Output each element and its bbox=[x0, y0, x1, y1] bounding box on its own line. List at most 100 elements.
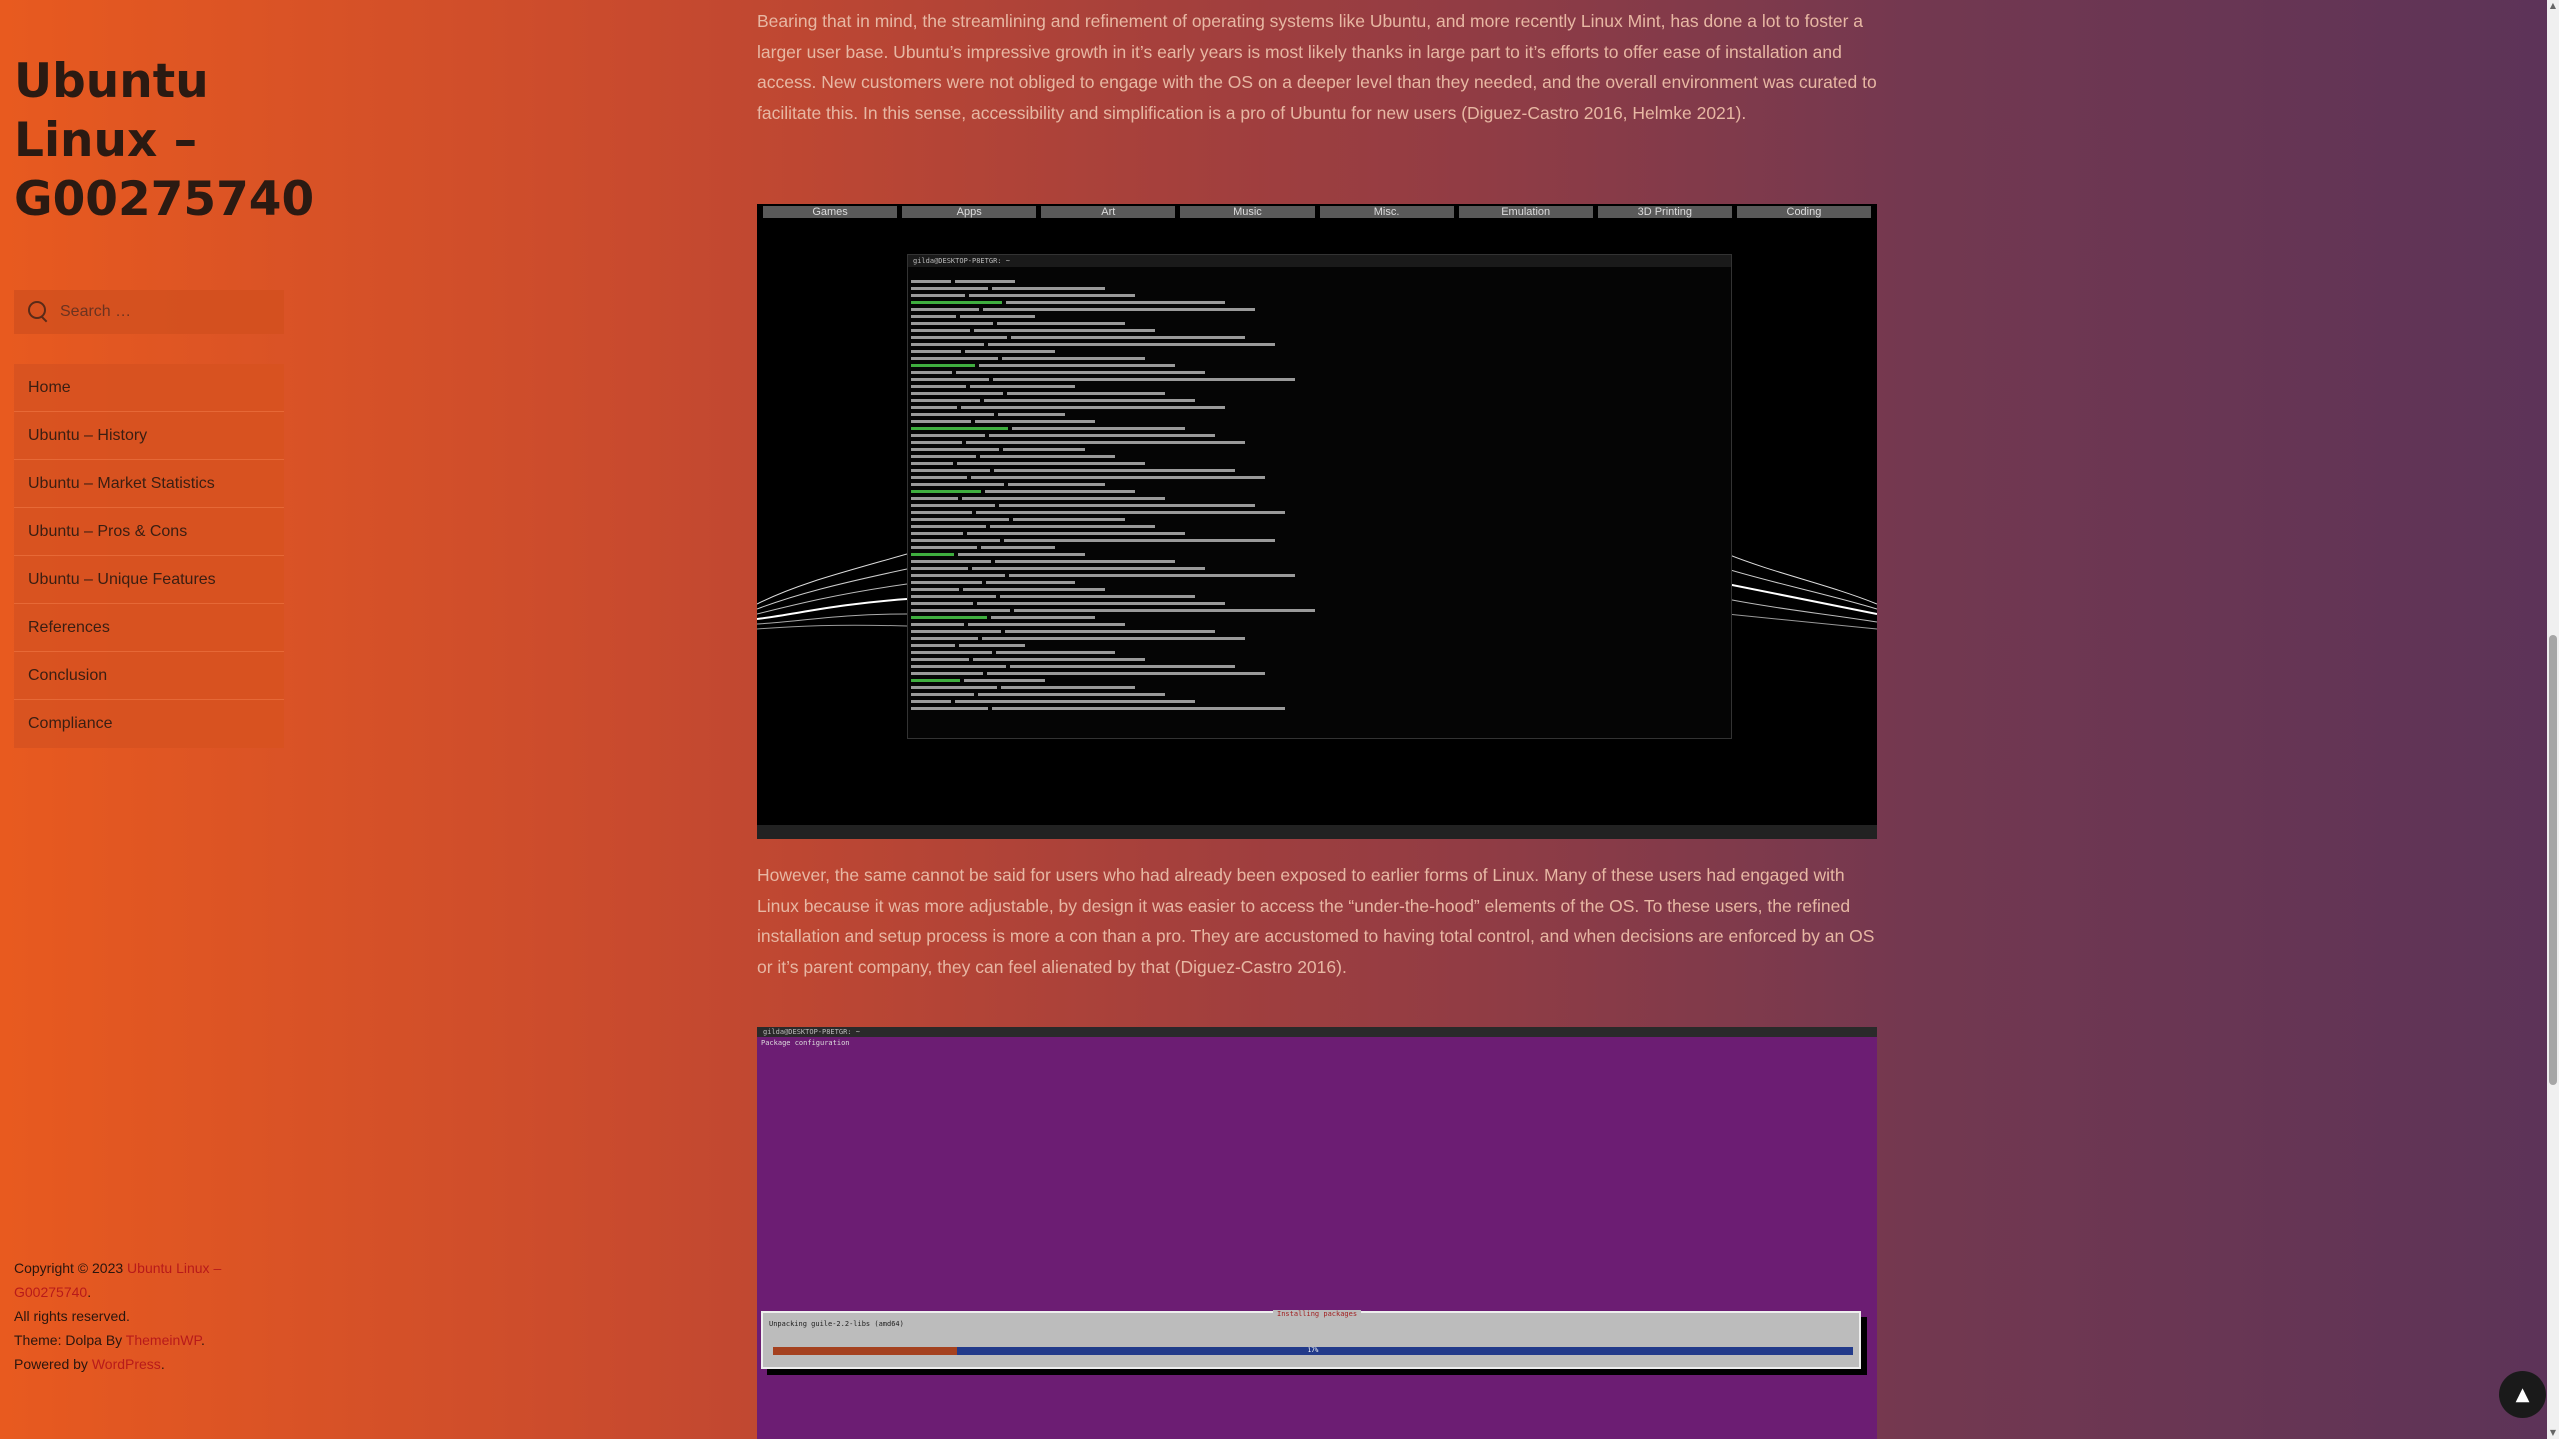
terminal-line bbox=[911, 404, 1728, 416]
terminal-line bbox=[911, 649, 1728, 661]
terminal-screenshot: Games Apps Art Music Misc. Emulation 3D … bbox=[757, 204, 1877, 839]
terminal-line bbox=[911, 572, 1728, 584]
scroll-up-arrow-icon[interactable]: ▲ bbox=[2547, 0, 2559, 12]
terminal-line bbox=[911, 558, 1728, 570]
terminal-line bbox=[911, 656, 1728, 668]
install-progress-label: 17% bbox=[1307, 1347, 1319, 1354]
page-scrollbar[interactable]: ▲ ▼ bbox=[2547, 0, 2559, 1439]
terminal-line bbox=[911, 530, 1728, 542]
terminal-line bbox=[911, 411, 1728, 423]
terminal-line bbox=[911, 516, 1728, 528]
terminal-line bbox=[911, 551, 1728, 563]
package-configuration-label: Package configuration bbox=[761, 1039, 850, 1047]
terminal-line bbox=[911, 495, 1728, 507]
terminal-line bbox=[911, 355, 1728, 367]
category-tab: Emulation bbox=[1458, 206, 1593, 218]
terminal-line bbox=[911, 397, 1728, 409]
terminal-line bbox=[911, 502, 1728, 514]
copyright-text: Copyright © 2023 bbox=[14, 1260, 128, 1276]
category-bar: Games Apps Art Music Misc. Emulation 3D … bbox=[757, 204, 1877, 219]
category-tab: Coding bbox=[1736, 206, 1871, 218]
scrollbar-thumb[interactable] bbox=[2549, 635, 2557, 1085]
terminal-line bbox=[911, 544, 1728, 556]
wordpress-link[interactable]: WordPress bbox=[92, 1356, 161, 1372]
terminal-line bbox=[911, 670, 1728, 682]
nav-item-compliance[interactable]: Compliance bbox=[14, 700, 284, 748]
terminal-line bbox=[911, 439, 1728, 451]
nav-item-market-statistics[interactable]: Ubuntu – Market Statistics bbox=[14, 460, 284, 508]
powered-text: Powered by bbox=[14, 1356, 92, 1372]
terminal-line bbox=[911, 299, 1728, 311]
terminal-line bbox=[911, 698, 1728, 710]
terminal-line bbox=[911, 278, 1728, 290]
terminal-window: gilda@DESKTOP-P8ETGR: ~ bbox=[907, 254, 1732, 739]
terminal-line bbox=[911, 579, 1728, 591]
terminal-line bbox=[911, 425, 1728, 437]
terminal-line bbox=[911, 586, 1728, 598]
scroll-down-arrow-icon[interactable]: ▼ bbox=[2547, 1427, 2559, 1439]
terminal-line bbox=[911, 691, 1728, 703]
nav-item-references[interactable]: References bbox=[14, 604, 284, 652]
terminal-line bbox=[911, 677, 1728, 689]
theme-text: Theme: Dolpa By bbox=[14, 1332, 126, 1348]
nav-item-unique-features[interactable]: Ubuntu – Unique Features bbox=[14, 556, 284, 604]
terminal-line bbox=[911, 467, 1728, 479]
category-tab: 3D Printing bbox=[1597, 206, 1732, 218]
install-progress-bar: 17% bbox=[773, 1347, 1853, 1355]
nav-item-home[interactable]: Home bbox=[14, 364, 284, 412]
theme-link[interactable]: ThemeinWP bbox=[126, 1332, 201, 1348]
nav-item-history[interactable]: Ubuntu – History bbox=[14, 412, 284, 460]
category-tab: Games bbox=[763, 206, 898, 218]
terminal-line bbox=[911, 383, 1728, 395]
terminal-output bbox=[908, 267, 1731, 710]
search-icon[interactable] bbox=[28, 301, 50, 323]
terminal-line bbox=[911, 306, 1728, 318]
nav-item-pros-cons[interactable]: Ubuntu – Pros & Cons bbox=[14, 508, 284, 556]
category-tab: Art bbox=[1041, 206, 1176, 218]
theme-period: . bbox=[201, 1332, 205, 1348]
terminal-line bbox=[911, 327, 1728, 339]
terminal-line bbox=[911, 313, 1728, 325]
terminal-line bbox=[911, 474, 1728, 486]
site-title[interactable]: Ubuntu Linux – G00275740 bbox=[14, 52, 314, 229]
terminal-line bbox=[911, 642, 1728, 654]
terminal-line bbox=[911, 432, 1728, 444]
terminal-line bbox=[911, 376, 1728, 388]
search-form[interactable] bbox=[14, 290, 284, 334]
theme-line: Theme: Dolpa By ThemeinWP. bbox=[14, 1328, 264, 1352]
copyright-period: . bbox=[87, 1284, 92, 1300]
paragraph-accessibility: Bearing that in mind, the streamlining a… bbox=[757, 11, 1877, 123]
terminal-line bbox=[911, 565, 1728, 577]
powered-period: . bbox=[160, 1356, 165, 1372]
terminal-line bbox=[911, 390, 1728, 402]
terminal-line bbox=[911, 460, 1728, 472]
wave-graphic-left bbox=[757, 553, 907, 630]
terminal-line bbox=[911, 341, 1728, 353]
wave-graphic-right bbox=[1727, 553, 1877, 630]
installer-window-title: gilda@DESKTOP-P8ETGR: ~ bbox=[757, 1027, 1877, 1037]
terminal-line bbox=[911, 348, 1728, 360]
terminal-line bbox=[911, 628, 1728, 640]
install-dialog-text: Unpacking guile-2.2-libs (amd64) bbox=[769, 1320, 904, 1328]
sidebar: Ubuntu Linux – G00275740 Home Ubuntu – H… bbox=[0, 0, 314, 1439]
terminal-line bbox=[911, 488, 1728, 500]
nav-item-conclusion[interactable]: Conclusion bbox=[14, 652, 284, 700]
terminal-line bbox=[911, 607, 1728, 619]
category-tab: Apps bbox=[902, 206, 1037, 218]
copyright-line: Copyright © 2023 Ubuntu Linux – G0027574… bbox=[14, 1256, 264, 1304]
arrow-up-icon: ▲ bbox=[2515, 1384, 2530, 1405]
installer-screenshot: gilda@DESKTOP-P8ETGR: ~ Package configur… bbox=[757, 1027, 1877, 1439]
terminal-line bbox=[911, 481, 1728, 493]
search-input[interactable] bbox=[60, 303, 260, 321]
scroll-to-top-button[interactable]: ▲ bbox=[2499, 1371, 2546, 1418]
terminal-line bbox=[911, 663, 1728, 675]
terminal-title: gilda@DESKTOP-P8ETGR: ~ bbox=[908, 255, 1731, 267]
terminal-line bbox=[911, 453, 1728, 465]
site-footer: Copyright © 2023 Ubuntu Linux – G0027574… bbox=[14, 1256, 264, 1376]
category-tab: Misc. bbox=[1319, 206, 1454, 218]
terminal-line bbox=[911, 446, 1728, 458]
terminal-line bbox=[911, 418, 1728, 430]
install-dialog-title: Installing packages bbox=[1273, 1310, 1362, 1318]
terminal-line bbox=[911, 292, 1728, 304]
terminal-line bbox=[911, 621, 1728, 633]
